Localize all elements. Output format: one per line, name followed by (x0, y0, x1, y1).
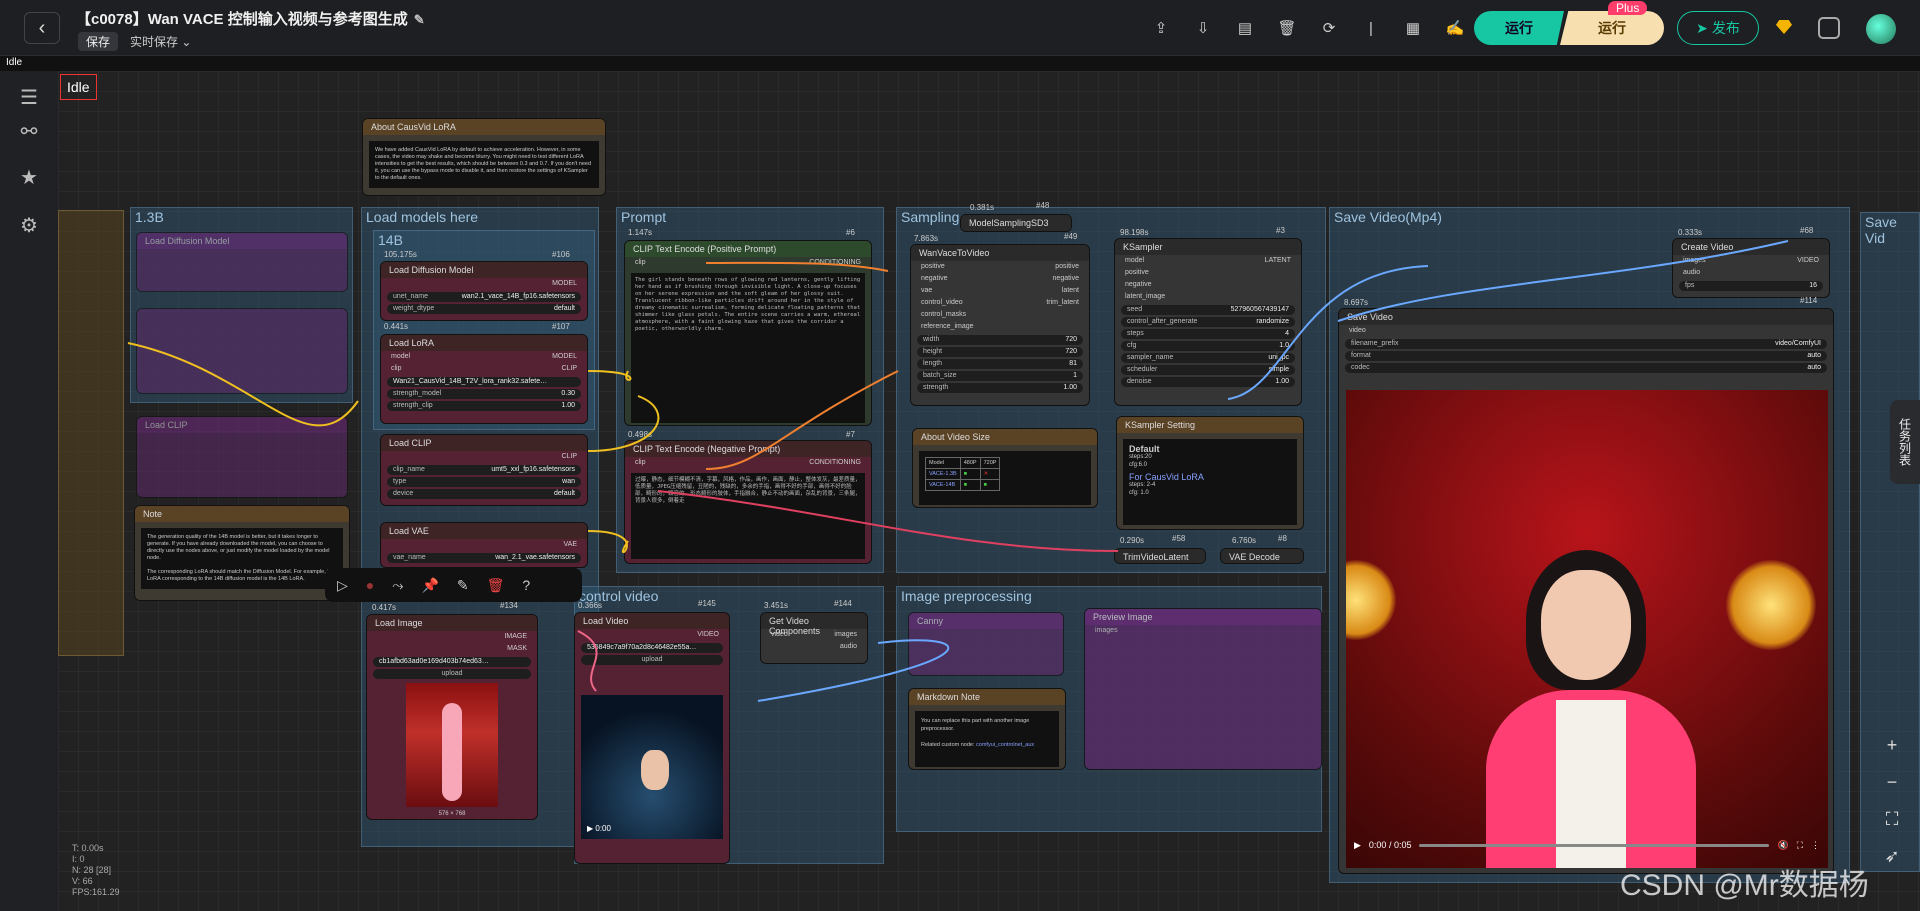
run-button[interactable]: 运行 (1474, 11, 1564, 45)
toolbar-icons: ⇪ ⇩ ▤ 🗑 ⟳ | ▦ ✍ (1150, 17, 1466, 39)
gear-icon[interactable]: ⚙ (17, 213, 41, 237)
run-plus-button[interactable]: 运行 (1560, 11, 1664, 45)
refresh-icon[interactable]: ⟳ (1318, 17, 1340, 39)
watermark: CSDN @Mr数据杨 (1620, 869, 1869, 902)
grid-icon[interactable]: ▦ (1402, 17, 1424, 39)
plus-badge: Plus (1608, 1, 1648, 15)
avatar[interactable] (1866, 14, 1896, 44)
node-tree-icon[interactable]: ⚯ (17, 119, 41, 143)
zoom-controls: + − ⛶ ➶ (1872, 735, 1912, 905)
edit-icon[interactable]: ✎ (414, 12, 425, 27)
trash-icon[interactable]: 🗑 (1276, 17, 1298, 39)
bot-icon[interactable] (1818, 17, 1840, 39)
publish-button[interactable]: ➤ 发布 (1677, 11, 1759, 45)
locate-icon[interactable]: ➶ (1884, 846, 1899, 867)
queue-icon[interactable]: ▤ (1234, 17, 1256, 39)
left-sidebar: ☰ ⚯ ★ ⚙ (0, 71, 58, 911)
fit-view-icon[interactable]: ⛶ (1886, 809, 1899, 830)
divider: | (1369, 19, 1373, 37)
autosave-dropdown[interactable]: 实时保存 ⌄ (130, 33, 191, 50)
document-list-icon[interactable]: ☰ (17, 85, 41, 109)
star-icon[interactable]: ★ (17, 165, 41, 189)
download-icon[interactable]: ⇩ (1192, 17, 1214, 39)
zoom-in-icon[interactable]: + (1887, 735, 1898, 756)
task-list-panel[interactable]: 任务列表 (1890, 400, 1920, 484)
chevron-left-icon: ‹ (38, 16, 46, 39)
edit-doc-icon[interactable]: ✍ (1444, 17, 1466, 39)
status-subbar: Idle (0, 56, 1920, 71)
workflow-title: 【c0078】Wan VACE 控制输入视频与参考图生成 ✎ (76, 11, 425, 28)
back-button[interactable]: ‹ (24, 12, 60, 44)
save-button[interactable]: 保存 (78, 32, 119, 51)
send-icon: ➤ (1696, 19, 1708, 36)
top-bar: ‹ 【c0078】Wan VACE 控制输入视频与参考图生成 ✎ 保存 实时保存 … (0, 0, 1920, 56)
vip-diamond-icon[interactable] (1776, 20, 1792, 34)
connection-links (127, 240, 1789, 702)
zoom-out-icon[interactable]: − (1887, 772, 1898, 793)
render-stats: T: 0.00s I: 0 N: 28 [28] V: 66 FPS:161.29 (72, 843, 120, 897)
upload-icon[interactable]: ⇪ (1150, 17, 1172, 39)
